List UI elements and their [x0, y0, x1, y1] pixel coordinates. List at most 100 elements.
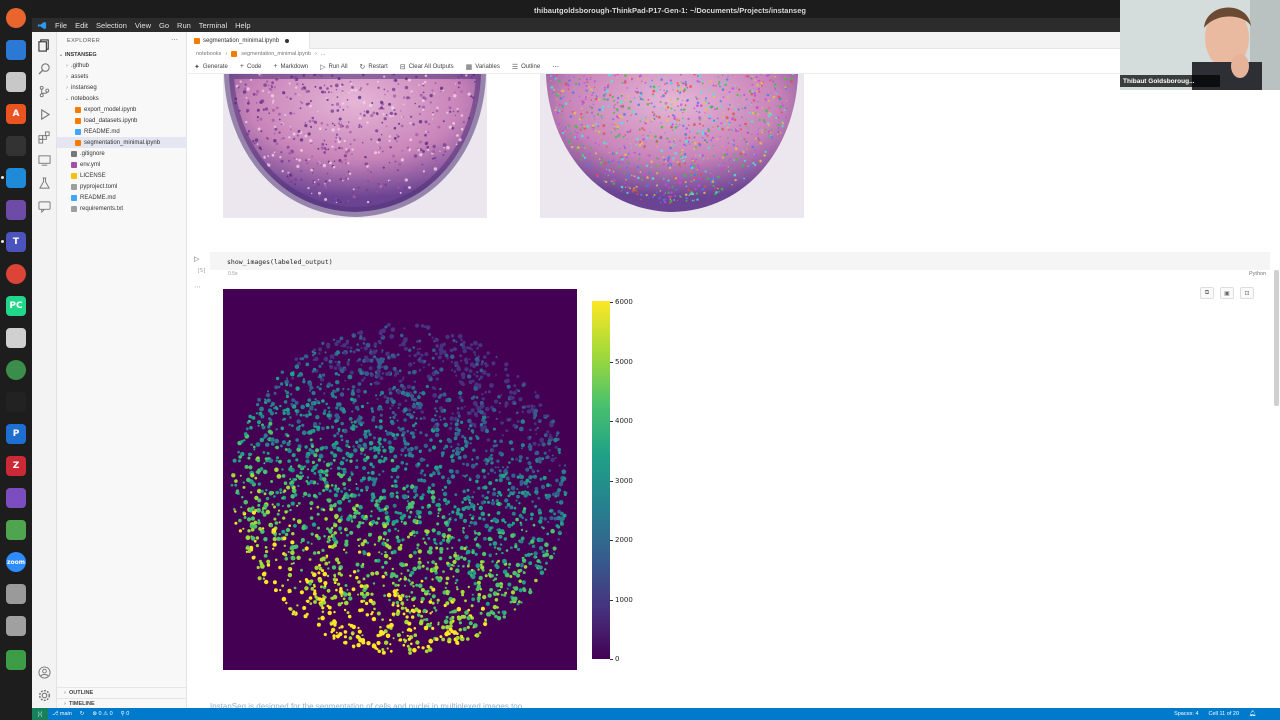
file-item[interactable]: segmentation_minimal.ipynb: [57, 137, 187, 148]
problems-indicator[interactable]: ⊗ 0 ⚠ 0: [92, 711, 112, 717]
tissue-nucleus: [603, 141, 606, 145]
inkscape-icon[interactable]: [6, 392, 26, 412]
segmented-cell: [367, 471, 370, 475]
workspace-root[interactable]: ⌄ INSTANSEG: [57, 49, 187, 60]
menu-terminal[interactable]: Terminal: [199, 21, 227, 30]
segmented-cell: [279, 444, 283, 448]
file-item[interactable]: LICENSE: [57, 170, 187, 181]
github-icon[interactable]: [6, 200, 26, 220]
segmented-cell: [314, 533, 319, 538]
vscode-icon[interactable]: [6, 168, 26, 188]
breadcrumb-item[interactable]: ...: [321, 51, 326, 57]
testing-flask-icon[interactable]: [38, 177, 51, 190]
pycharm-icon[interactable]: PC: [6, 296, 26, 316]
toolbar-more[interactable]: ⋯: [552, 63, 559, 71]
menu-go[interactable]: Go: [159, 21, 169, 30]
code-cell[interactable]: [210, 252, 1270, 270]
run-debug-icon[interactable]: [38, 108, 51, 121]
menu-help[interactable]: Help: [235, 21, 250, 30]
toolbar-restart[interactable]: ↻ Restart: [360, 63, 388, 71]
breadcrumb-item[interactable]: notebooks: [196, 51, 221, 57]
docs-icon[interactable]: [6, 40, 26, 60]
sync-icon[interactable]: ↻: [80, 711, 85, 717]
firefox-icon[interactable]: [6, 8, 26, 28]
folder-item[interactable]: ⌄ notebooks: [57, 93, 187, 104]
obsidian-icon[interactable]: [6, 488, 26, 508]
remote-icon[interactable]: ⟩⟨: [32, 708, 48, 720]
output-more-icon[interactable]: ⋯: [194, 283, 201, 291]
file-item[interactable]: README.md: [57, 192, 187, 203]
file-item[interactable]: requirements.txt: [57, 203, 187, 214]
file-item[interactable]: env.yml: [57, 159, 187, 170]
segmented-cell: [475, 455, 480, 460]
file-item[interactable]: load_datasets.ipynb: [57, 115, 187, 126]
menu-file[interactable]: File: [55, 21, 67, 30]
tissue-nucleus: [380, 100, 384, 104]
zoom-icon[interactable]: zoom: [6, 552, 26, 572]
tissue-nucleus: [739, 95, 741, 97]
ports-indicator[interactable]: ⚲ 0: [121, 711, 130, 717]
account-icon[interactable]: [38, 666, 51, 679]
segmented-cell: [456, 419, 460, 423]
drive-icon[interactable]: [6, 584, 26, 604]
cell-indicator[interactable]: Cell 11 of 20: [1209, 711, 1239, 717]
more-actions-icon[interactable]: ⋯: [171, 36, 178, 44]
search-icon[interactable]: [38, 62, 51, 75]
cell-code[interactable]: show_images(labeled_output): [227, 258, 333, 266]
files-icon[interactable]: [6, 72, 26, 92]
file-item[interactable]: pyproject.toml: [57, 181, 187, 192]
recycle-icon[interactable]: [6, 650, 26, 670]
toolbar-clear-all-outputs[interactable]: ⊟ Clear All Outputs: [400, 63, 454, 71]
folder-item[interactable]: › instanseg: [57, 82, 187, 93]
menu-selection[interactable]: Selection: [96, 21, 127, 30]
toolbar-generate[interactable]: ✦ Generate: [194, 63, 228, 71]
indentation-indicator[interactable]: Spaces: 4: [1174, 711, 1198, 717]
toolbar-markdown[interactable]: + Markdown: [273, 63, 308, 70]
image-editor-icon[interactable]: [6, 520, 26, 540]
menu-edit[interactable]: Edit: [75, 21, 88, 30]
globe-icon[interactable]: [6, 360, 26, 380]
segmented-cell: [495, 573, 499, 577]
app-store-icon[interactable]: A: [6, 104, 26, 124]
copy-output-icon[interactable]: ⧉: [1200, 287, 1214, 299]
zotero-icon[interactable]: Z: [6, 456, 26, 476]
tab-segmentation-minimal[interactable]: segmentation_minimal.ipynb: [188, 32, 310, 49]
menu-view[interactable]: View: [135, 21, 151, 30]
tissue-nucleus: [576, 135, 578, 137]
branch-indicator[interactable]: ⎇ main: [52, 711, 72, 717]
segmented-cell: [288, 607, 291, 610]
breadcrumb-item[interactable]: segmentation_minimal.ipynb: [241, 51, 311, 57]
folder-item[interactable]: › .github: [57, 60, 187, 71]
publisher-icon[interactable]: P: [6, 424, 26, 444]
remote-explorer-icon[interactable]: [38, 154, 51, 167]
menu-run[interactable]: Run: [177, 21, 191, 30]
toolbar-outline[interactable]: ☰ Outline: [512, 63, 540, 71]
vertical-scrollbar[interactable]: [1274, 270, 1279, 406]
gear-icon[interactable]: [38, 689, 51, 702]
toolbar-run-all[interactable]: ▷ Run All: [320, 63, 347, 71]
explorer-files-icon[interactable]: [38, 39, 51, 52]
toolbar-variables[interactable]: ▦ Variables: [466, 63, 500, 71]
teams-icon[interactable]: T: [6, 232, 26, 252]
segmented-cell: [319, 557, 324, 562]
outline-section[interactable]: › OUTLINE: [57, 687, 187, 698]
toolbar-code[interactable]: + Code: [240, 63, 261, 70]
save-output-icon[interactable]: ▣: [1220, 287, 1234, 299]
chat-icon[interactable]: [38, 200, 51, 213]
file-item[interactable]: README.md: [57, 126, 187, 137]
segmented-cell: [372, 582, 376, 585]
chrome-icon[interactable]: [6, 264, 26, 284]
terminal-icon[interactable]: [6, 136, 26, 156]
source-control-icon[interactable]: [38, 85, 51, 98]
run-cell-icon[interactable]: ▷: [194, 255, 199, 263]
file-item[interactable]: .gitignore: [57, 148, 187, 159]
expand-output-icon[interactable]: ⊡: [1240, 287, 1254, 299]
magnifier-icon[interactable]: [6, 328, 26, 348]
ssd-icon[interactable]: [6, 616, 26, 636]
extensions-icon[interactable]: [38, 131, 51, 144]
folder-item[interactable]: › assets: [57, 71, 187, 82]
cell-language[interactable]: Python: [1249, 271, 1266, 277]
bell-icon[interactable]: 🔔︎: [1249, 711, 1256, 717]
unsaved-dot-icon[interactable]: [285, 38, 290, 43]
file-item[interactable]: export_model.ipynb: [57, 104, 187, 115]
